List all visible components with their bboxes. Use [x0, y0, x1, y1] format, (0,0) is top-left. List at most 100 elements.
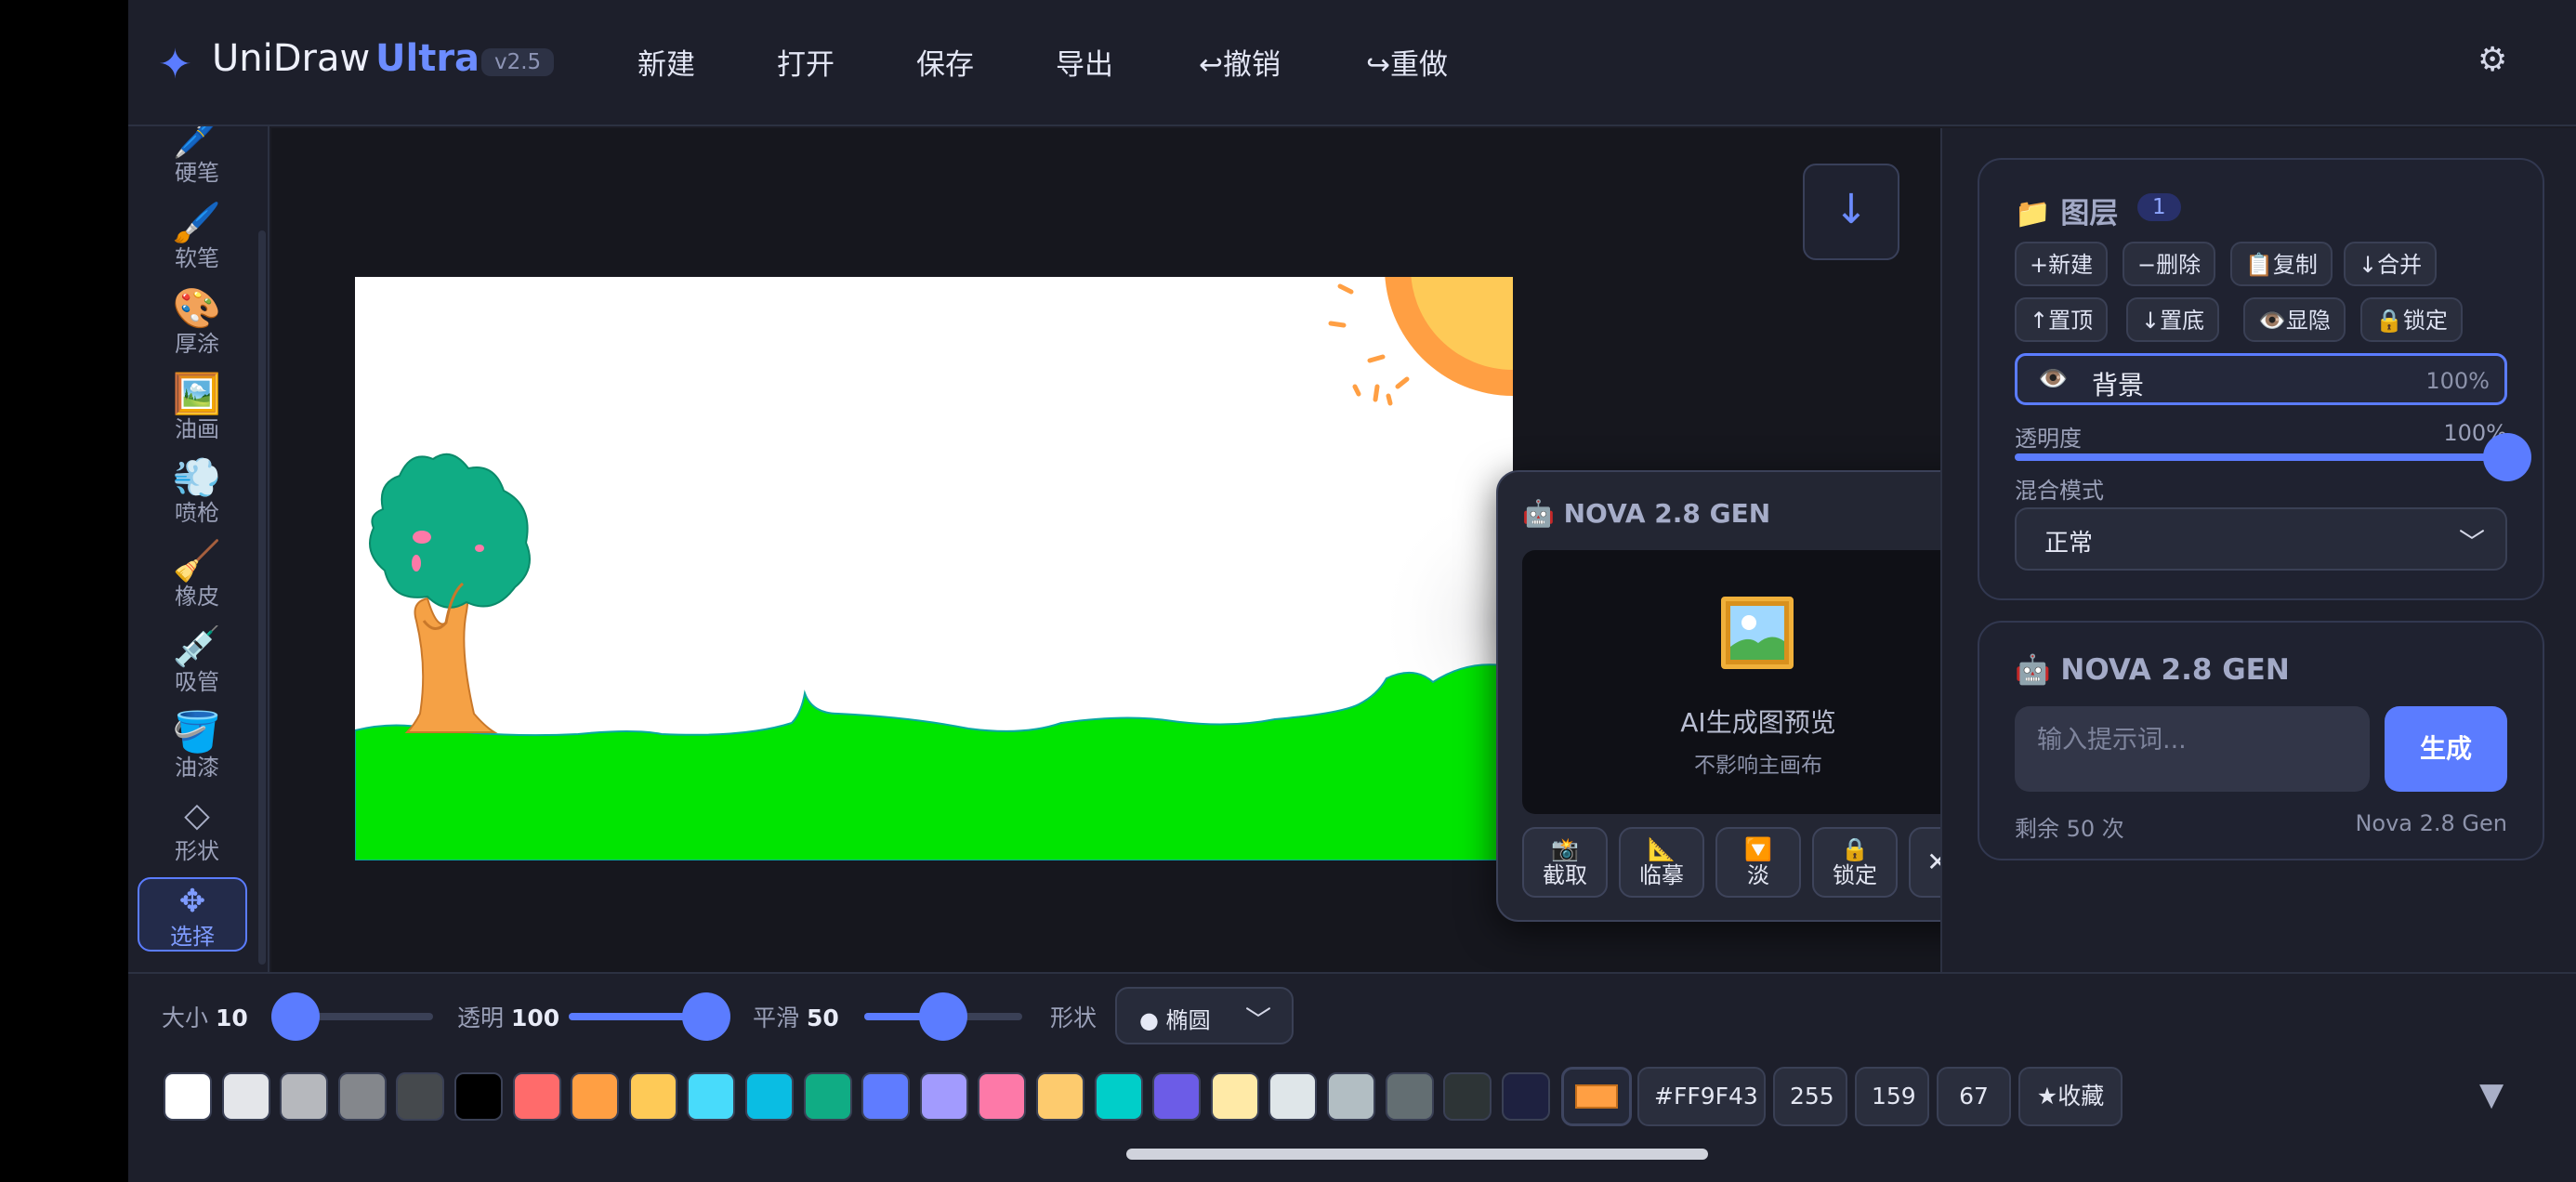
- tool-soft-brush[interactable]: 🖌️ 软笔: [141, 201, 253, 277]
- ai-preview-area: AI生成图预览 不影响主画布: [1522, 550, 1994, 814]
- slider-thumb[interactable]: [2483, 433, 2531, 481]
- tool-airbrush[interactable]: 💨 喷枪: [141, 455, 253, 532]
- version-badge: v2.5: [481, 48, 555, 76]
- tool-shape[interactable]: ◇ 形状: [141, 794, 253, 870]
- layer-opacity-slider[interactable]: [2015, 433, 2531, 481]
- eyedropper-icon: 💉: [172, 624, 222, 669]
- tool-eraser[interactable]: 🧹 橡皮: [141, 539, 253, 615]
- generate-button[interactable]: 生成: [2385, 706, 2507, 792]
- color-swatch[interactable]: [687, 1072, 736, 1121]
- slider-thumb[interactable]: [919, 992, 967, 1041]
- color-swatch[interactable]: [1152, 1072, 1202, 1121]
- smoothing-value: 50: [806, 1005, 839, 1031]
- slider-fill: [2015, 453, 2507, 461]
- toggle-visibility-button[interactable]: 👁️显隐: [2243, 297, 2346, 342]
- brush-shape-select[interactable]: ● 椭圆 ﹀: [1115, 987, 1294, 1044]
- toolbar-scrollbar[interactable]: [258, 230, 266, 965]
- brush-opacity-label: 透明 100: [457, 1005, 560, 1031]
- tool-label: 软笔: [175, 245, 219, 271]
- smoothing-slider[interactable]: [864, 992, 1022, 1041]
- fade-button[interactable]: 🔽 淡: [1715, 827, 1801, 898]
- new-layer-button[interactable]: +新建: [2015, 242, 2109, 286]
- tool-label: 橡皮: [175, 584, 219, 610]
- chevron-down-icon: ﹀: [2458, 527, 2485, 558]
- color-swatch[interactable]: [512, 1072, 561, 1121]
- gear-icon[interactable]: ⚙: [2477, 41, 2507, 79]
- tool-eyedropper[interactable]: 💉 吸管: [141, 624, 253, 701]
- top-bar: ✦ UniDraw Ultra v2.5 新建 打开 保存 导出 ↩撤销 ↪重做…: [128, 0, 2576, 126]
- brush-opacity-value: 100: [510, 1005, 560, 1031]
- brush-icon: 🖌️: [172, 200, 222, 245]
- capture-button[interactable]: 📸 截取: [1522, 827, 1608, 898]
- app-name: UniDraw: [212, 37, 371, 80]
- color-swatch[interactable]: [1385, 1072, 1434, 1121]
- bring-to-top-button[interactable]: ↑置顶: [2015, 297, 2109, 342]
- color-swatch[interactable]: [745, 1072, 794, 1121]
- current-color-fill: [1575, 1084, 1618, 1109]
- color-swatch[interactable]: [978, 1072, 1027, 1121]
- prompt-input[interactable]: 输入提示词...: [2015, 706, 2370, 792]
- lock-button[interactable]: 🔒 锁定: [1812, 827, 1898, 898]
- hex-input[interactable]: #FF9F43: [1637, 1067, 1766, 1126]
- size-slider[interactable]: [271, 992, 433, 1041]
- layer-item-background[interactable]: 👁️ 背景 100%: [2015, 353, 2507, 405]
- color-swatch[interactable]: [164, 1072, 212, 1121]
- menu-save[interactable]: 保存: [916, 41, 974, 83]
- color-swatch[interactable]: [919, 1072, 968, 1121]
- blue-input[interactable]: 67: [1937, 1067, 2011, 1126]
- menu-redo[interactable]: ↪重做: [1366, 41, 1448, 83]
- menu-new[interactable]: 新建: [637, 41, 695, 83]
- layer-count-badge: 1: [2137, 193, 2181, 221]
- color-swatch[interactable]: [1036, 1072, 1084, 1121]
- color-swatch[interactable]: [454, 1072, 503, 1121]
- color-swatch[interactable]: [1443, 1072, 1492, 1121]
- color-swatch[interactable]: [803, 1072, 852, 1121]
- lock-layer-button[interactable]: 🔒锁定: [2360, 297, 2463, 342]
- brush-opacity-slider[interactable]: [569, 992, 730, 1041]
- color-swatch[interactable]: [1327, 1072, 1375, 1121]
- drawing-canvas[interactable]: [355, 277, 1513, 860]
- tool-fill-bucket[interactable]: 🪣 油漆: [141, 710, 253, 786]
- menu-undo[interactable]: ↩撤销: [1199, 41, 1281, 83]
- color-swatch[interactable]: [221, 1072, 270, 1121]
- color-swatch[interactable]: [628, 1072, 677, 1121]
- lock-icon: 🔒: [1841, 836, 1869, 862]
- color-swatch[interactable]: [1210, 1072, 1259, 1121]
- current-color-swatch[interactable]: [1561, 1067, 1632, 1126]
- slider-thumb[interactable]: [271, 992, 320, 1041]
- merge-layer-button[interactable]: ↓合并: [2344, 242, 2438, 286]
- app-edition: Ultra: [375, 37, 480, 80]
- blend-mode-select[interactable]: 正常 ﹀: [2015, 507, 2507, 571]
- menu-open[interactable]: 打开: [777, 41, 835, 83]
- slider-thumb[interactable]: [682, 992, 730, 1041]
- color-swatch[interactable]: [1094, 1072, 1143, 1121]
- tool-oil-paint[interactable]: 🖼️ 油画: [141, 372, 253, 448]
- color-swatch[interactable]: [1268, 1072, 1318, 1121]
- framed-picture-icon: 🖼️: [172, 371, 222, 416]
- tool-impasto[interactable]: 🎨 厚涂: [141, 286, 253, 362]
- color-swatch[interactable]: [861, 1072, 911, 1121]
- opacity-label: 透明度: [2015, 426, 2082, 452]
- delete-layer-button[interactable]: −删除: [2123, 242, 2216, 286]
- color-swatch[interactable]: [337, 1072, 387, 1121]
- download-button[interactable]: ↓: [1803, 164, 1899, 260]
- favorite-color-button[interactable]: ★收藏: [2018, 1067, 2123, 1126]
- color-swatch[interactable]: [571, 1072, 620, 1121]
- red-input[interactable]: 255: [1773, 1067, 1847, 1126]
- duplicate-layer-button[interactable]: 📋复制: [2230, 242, 2333, 286]
- tool-label: 吸管: [175, 669, 219, 695]
- menu-export[interactable]: 导出: [1056, 41, 1113, 83]
- bucket-icon: 🪣: [172, 709, 222, 755]
- send-to-bottom-button[interactable]: ↓置底: [2126, 297, 2220, 342]
- eye-icon[interactable]: 👁️: [2038, 365, 2068, 393]
- trace-button[interactable]: 📐 临摹: [1619, 827, 1704, 898]
- tool-hard-pen[interactable]: 🖊️ 硬笔: [141, 126, 253, 191]
- color-swatch[interactable]: [280, 1072, 329, 1121]
- collapse-icon[interactable]: ▼: [2479, 1076, 2504, 1113]
- color-swatch[interactable]: [1501, 1072, 1550, 1121]
- tool-select[interactable]: ✥ 选择: [138, 877, 247, 952]
- home-indicator[interactable]: [1126, 1149, 1708, 1160]
- chevron-down-icon: ﹀: [1244, 1005, 1271, 1035]
- green-input[interactable]: 159: [1855, 1067, 1929, 1126]
- color-swatch[interactable]: [396, 1072, 445, 1121]
